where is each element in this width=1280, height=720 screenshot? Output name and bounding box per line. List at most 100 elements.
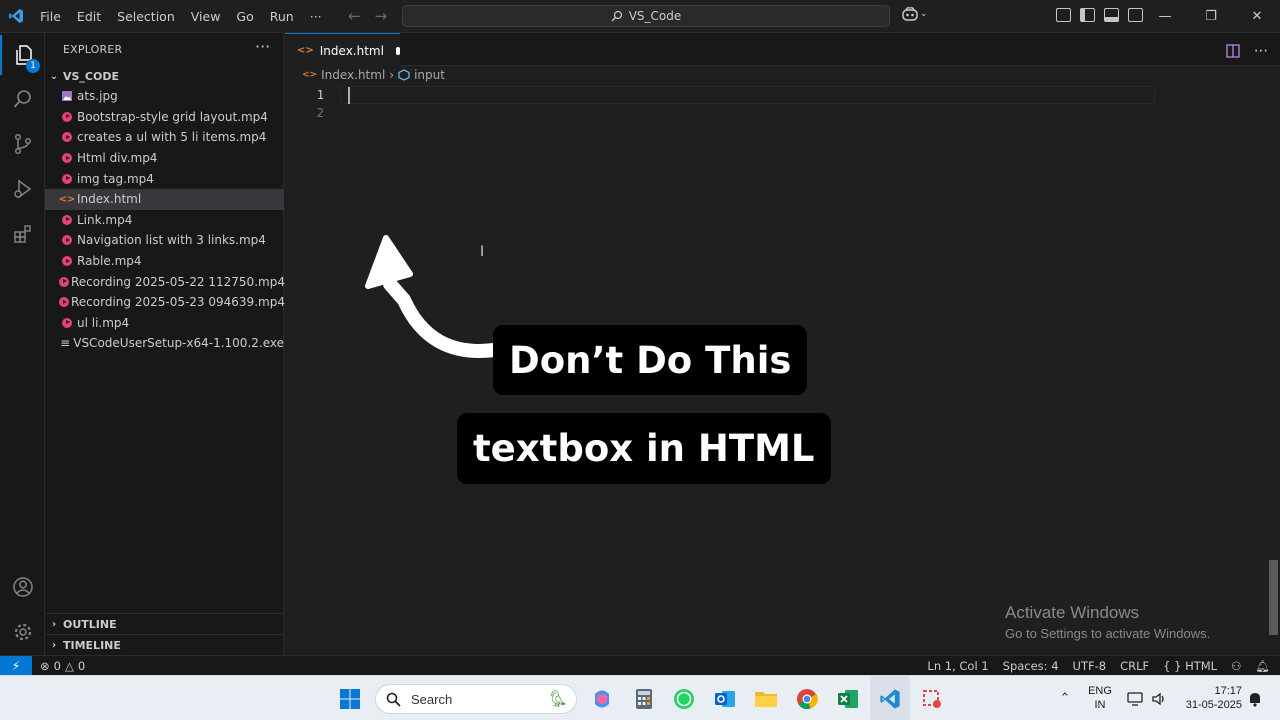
copilot-status-icon[interactable]: ⚇ (1231, 659, 1241, 673)
workspace-folder[interactable]: ⌄ VS_CODE (45, 66, 284, 86)
indentation[interactable]: Spaces: 4 (1003, 659, 1059, 673)
clock[interactable]: 17:17 31-05-2025 (1176, 684, 1242, 712)
file-item[interactable]: Recording 2025-05-22 112750.mp4 (45, 271, 285, 292)
back-arrow-icon[interactable]: ← (348, 7, 361, 25)
whatsapp-app-icon[interactable] (670, 676, 698, 720)
error-count: 0 (53, 658, 61, 673)
network-icon[interactable] (1125, 676, 1145, 720)
search-activity[interactable] (0, 79, 45, 119)
menu-run[interactable]: Run (262, 9, 302, 24)
watermark-subtitle: Go to Settings to activate Windows. (1005, 626, 1211, 641)
file-item[interactable]: Bootstrap-style grid layout.mp4 (45, 107, 284, 128)
file-item[interactable]: img tag.mp4 (45, 168, 284, 189)
outline-section[interactable]: › OUTLINE (45, 613, 284, 634)
vscode-app-icon[interactable] (870, 676, 910, 720)
language-mode[interactable]: { } HTML (1163, 659, 1217, 673)
menu-edit[interactable]: Edit (69, 9, 109, 24)
more-actions-icon[interactable]: ··· (1254, 42, 1268, 60)
command-center[interactable]: VS_Code (402, 5, 890, 27)
tab-label: Index.html (319, 43, 384, 58)
explorer-title: EXPLORER (63, 43, 123, 56)
menu-file[interactable]: File (32, 9, 69, 24)
file-item[interactable]: creates a ul with 5 li items.mp4 (45, 127, 284, 148)
explorer-badge: 1 (26, 59, 40, 73)
file-item[interactable]: Link.mp4 (45, 210, 284, 231)
timeline-section[interactable]: › TIMELINE (45, 634, 284, 655)
file-tree: ats.jpg Bootstrap-style grid layout.mp4 … (45, 86, 285, 354)
source-control-activity[interactable] (0, 124, 45, 164)
outlook-app-icon[interactable] (711, 676, 739, 720)
video-file-icon (59, 315, 75, 331)
curved-arrow-graphic (365, 235, 500, 358)
toggle-primary-sidebar-icon[interactable] (1080, 8, 1095, 22)
explorer-more-button[interactable]: ··· (255, 37, 270, 56)
braces-icon: { } (1163, 658, 1182, 673)
video-file-icon (59, 274, 69, 290)
file-name: creates a ul with 5 li items.mp4 (77, 130, 267, 145)
file-item[interactable]: ≡ VSCodeUserSetup-x64-1.100.2.exe (45, 333, 284, 354)
file-item-selected[interactable]: <> Index.html (45, 188, 284, 210)
search-icon (386, 692, 401, 707)
run-debug-activity[interactable] (0, 169, 45, 209)
show-hidden-icons-chevron-icon[interactable]: ⌃ (1054, 676, 1076, 720)
remote-indicator[interactable]: ⚡ (0, 655, 32, 676)
file-name: Index.html (77, 192, 142, 207)
unsaved-dot-icon[interactable] (395, 46, 400, 55)
cursor-position[interactable]: Ln 1, Col 1 (927, 659, 988, 673)
start-button[interactable] (336, 676, 364, 720)
breadcrumb-file[interactable]: Index.html (321, 68, 385, 82)
scrollbar-thumb[interactable] (1269, 560, 1278, 635)
menu-selection[interactable]: Selection (109, 9, 183, 24)
timeline-label: TIMELINE (63, 638, 121, 652)
line-endings[interactable]: CRLF (1120, 659, 1149, 673)
activate-windows-watermark: Activate Windows Go to Settings to activ… (1005, 603, 1210, 641)
snipping-tool-app-icon[interactable] (918, 676, 946, 720)
chrome-app-icon[interactable] (793, 676, 821, 720)
input-language[interactable]: ENG IN (1084, 684, 1116, 712)
text-cursor (348, 87, 350, 104)
split-editor-icon[interactable] (1225, 44, 1240, 58)
file-explorer-app-icon[interactable] (752, 676, 780, 720)
excel-app-icon[interactable] (834, 676, 862, 720)
file-item[interactable]: ul li.mp4 (45, 313, 284, 334)
problems-indicator[interactable]: ⊗ 0 △ 0 (40, 659, 85, 673)
menu-more[interactable]: ··· (302, 9, 330, 24)
menu-bar: File Edit Selection View Go Run ··· (32, 9, 330, 24)
notification-bell-icon[interactable] (1246, 676, 1264, 720)
volume-icon[interactable] (1149, 676, 1169, 720)
customize-layout-icon[interactable] (1056, 8, 1071, 22)
copilot-app-icon[interactable] (588, 676, 616, 720)
video-file-icon (59, 253, 75, 269)
explorer-activity[interactable]: 1 (0, 35, 45, 75)
close-icon[interactable]: ✕ (1234, 0, 1280, 33)
file-item[interactable]: ats.jpg (45, 86, 284, 107)
calculator-app-icon[interactable] (630, 676, 658, 720)
menu-go[interactable]: Go (228, 9, 261, 24)
file-item[interactable]: Recording 2025-05-23 094639.mp4 (45, 292, 285, 313)
taskbar-search[interactable]: Search 🦜︎ (375, 684, 577, 714)
encoding[interactable]: UTF-8 (1073, 659, 1107, 673)
video-file-icon (59, 212, 75, 228)
copilot-button[interactable]: ⌄ (902, 7, 928, 21)
layout-controls (1056, 8, 1143, 22)
notifications-bell-icon[interactable]: 🔔︎ (1255, 659, 1270, 673)
extensions-activity[interactable] (0, 214, 45, 254)
file-item[interactable]: Navigation list with 3 links.mp4 (45, 230, 284, 251)
file-name: Link.mp4 (77, 212, 133, 227)
file-item[interactable]: Rable.mp4 (45, 251, 284, 272)
menu-view[interactable]: View (183, 9, 229, 24)
toggle-secondary-sidebar-icon[interactable] (1128, 8, 1143, 22)
minimize-icon[interactable]: — (1142, 0, 1188, 33)
toggle-panel-icon[interactable] (1104, 8, 1119, 22)
restore-icon[interactable]: ❐ (1188, 0, 1234, 33)
status-bar: ⚡ ⊗ 0 △ 0 Ln 1, Col 1 Spaces: 4 UTF-8 CR… (0, 655, 1280, 676)
language-label: HTML (1185, 658, 1218, 673)
breadcrumb-symbol[interactable]: input (414, 68, 445, 82)
file-item[interactable]: Html div.mp4 (45, 148, 284, 169)
editor-actions: ··· (1225, 42, 1268, 60)
tab-index-html[interactable]: <> Index.html (285, 33, 400, 67)
forward-arrow-icon[interactable]: → (375, 7, 388, 25)
windows-taskbar: Search 🦜︎ ⌃ ENG IN 17:17 31-05-2025 (0, 675, 1280, 720)
accounts-activity[interactable] (0, 567, 45, 607)
manage-activity[interactable] (0, 612, 45, 652)
